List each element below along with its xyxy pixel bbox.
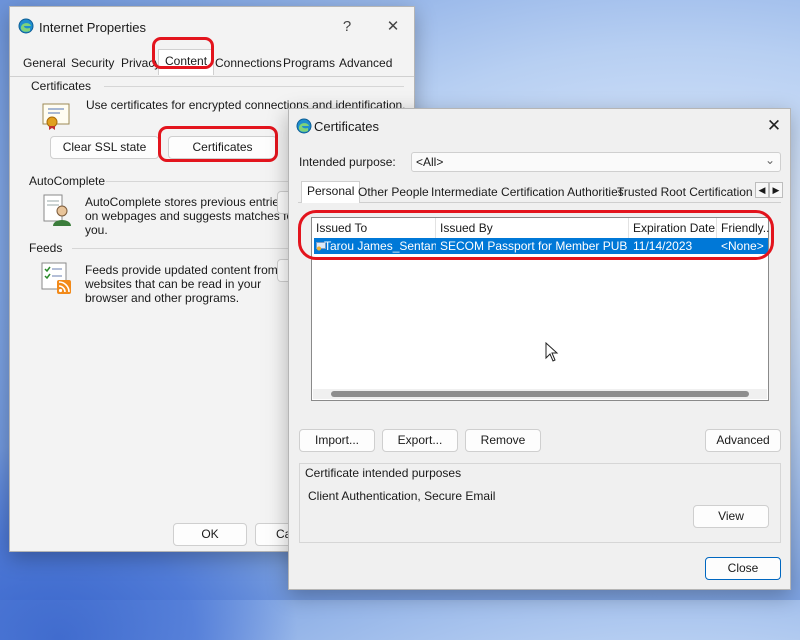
- clear-ssl-state-button[interactable]: Clear SSL state: [50, 136, 159, 159]
- intended-purposes-value: Client Authentication, Secure Email: [308, 489, 496, 503]
- certificates-app-icon: [296, 118, 312, 134]
- tab-content[interactable]: Content: [158, 49, 215, 75]
- tab-scroll-right-icon[interactable]: ▶: [769, 182, 783, 198]
- chevron-down-icon: ⌄: [764, 153, 775, 167]
- column-friendly-name[interactable]: Friendly...: [717, 218, 770, 238]
- column-issued-to[interactable]: Issued To: [312, 218, 436, 238]
- autocomplete-description-line1: AutoComplete stores previous entries: [85, 195, 286, 209]
- remove-button[interactable]: Remove: [465, 429, 541, 452]
- view-button[interactable]: View: [693, 505, 769, 528]
- feeds-description-line3: browser and other programs.: [85, 291, 240, 305]
- column-issued-by[interactable]: Issued By: [436, 218, 629, 238]
- close-button[interactable]: Close: [705, 557, 781, 580]
- cert-tab-strip: Personal Other People Intermediate Certi…: [298, 181, 783, 203]
- column-expiration-date[interactable]: Expiration Date: [629, 218, 717, 238]
- cell-issued-by: SECOM Passport for Member PUB CA8: [440, 239, 630, 253]
- feeds-group-label: Feeds: [29, 241, 63, 255]
- certificates-dialog: Certificates ✕ Intended purpose: <All> ⌄…: [288, 108, 791, 590]
- autocomplete-description-line2: on webpages and suggests matches for: [85, 209, 298, 223]
- table-row[interactable]: Tarou James_Sentan... SECOM Passport for…: [314, 238, 768, 254]
- intended-purposes-group: Certificate intended purposes Client Aut…: [299, 463, 781, 543]
- cell-expiration-date: 11/14/2023: [633, 239, 693, 253]
- ip-title-bar[interactable]: Internet Properties ? ✕: [10, 7, 414, 47]
- import-button[interactable]: Import...: [299, 429, 375, 452]
- certificate-list[interactable]: Issued To Issued By Expiration Date Frie…: [311, 217, 770, 401]
- tab-scroll-left-icon[interactable]: ◀: [755, 182, 769, 198]
- certificates-button[interactable]: Certificates: [168, 136, 277, 159]
- tab-advanced[interactable]: Advanced: [339, 56, 392, 70]
- ip-title: Internet Properties: [39, 20, 146, 35]
- cert-title-bar[interactable]: Certificates ✕: [289, 109, 790, 149]
- intended-purpose-label: Intended purpose:: [299, 155, 396, 169]
- intended-purposes-heading: Certificate intended purposes: [305, 466, 462, 480]
- tab-programs[interactable]: Programs: [283, 56, 335, 70]
- horizontal-scrollbar[interactable]: [313, 389, 767, 399]
- advanced-button[interactable]: Advanced: [705, 429, 781, 452]
- cert-title: Certificates: [314, 119, 380, 134]
- cell-issued-to: Tarou James_Sentan...: [324, 239, 436, 253]
- intended-purpose-select[interactable]: <All> ⌄: [411, 152, 781, 172]
- tab-general[interactable]: General: [23, 56, 66, 70]
- scrollbar-thumb[interactable]: [331, 391, 749, 397]
- help-button[interactable]: ?: [334, 15, 360, 39]
- certificates-group-label: Certificates: [31, 79, 92, 93]
- certificate-icon: [42, 103, 70, 130]
- tab-intermediate-ca[interactable]: Intermediate Certification Authorities: [431, 185, 624, 199]
- certificates-group-divider: [104, 86, 404, 87]
- export-button[interactable]: Export...: [382, 429, 458, 452]
- feeds-description-line1: Feeds provide updated content from: [85, 263, 278, 277]
- tab-personal[interactable]: Personal: [301, 181, 361, 203]
- internet-options-icon: [18, 18, 34, 34]
- ip-tab-strip: General Security Privacy Content Connect…: [10, 47, 414, 77]
- autocomplete-group-label: AutoComplete: [29, 174, 106, 188]
- tab-other-people[interactable]: Other People: [358, 185, 429, 199]
- tab-trusted-root-ca[interactable]: Trusted Root Certification A: [617, 185, 753, 199]
- mouse-cursor-icon: [545, 342, 559, 362]
- tab-connections[interactable]: Connections: [215, 56, 282, 70]
- tab-security[interactable]: Security: [71, 56, 114, 70]
- tab-privacy[interactable]: Privacy: [121, 56, 160, 70]
- feeds-description-line2: websites that can be read in your: [85, 277, 262, 291]
- ip-close-button[interactable]: ✕: [380, 15, 406, 39]
- cell-friendly-name: <None>: [721, 239, 764, 253]
- intended-purpose-value: <All>: [416, 155, 444, 169]
- feeds-icon: [41, 262, 71, 294]
- cert-close-icon[interactable]: ✕: [761, 114, 787, 138]
- ok-button[interactable]: OK: [173, 523, 247, 546]
- autocomplete-description-line3: you.: [85, 223, 108, 237]
- autocomplete-icon: [43, 194, 71, 226]
